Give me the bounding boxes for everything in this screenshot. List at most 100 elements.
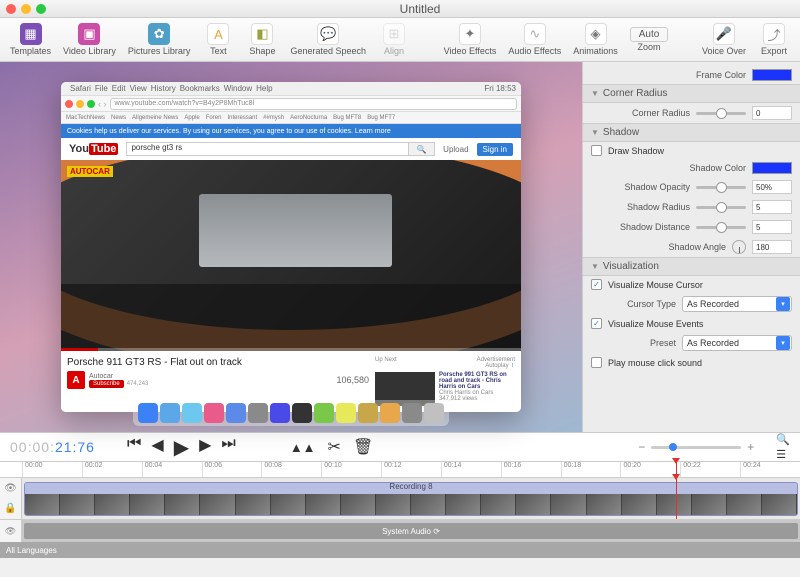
channel-name: Autocar: [89, 373, 148, 380]
visibility-icon[interactable]: 👁: [4, 483, 17, 494]
shadow-distance-slider[interactable]: [696, 226, 746, 229]
label: Zoom: [638, 42, 661, 52]
ruler-tick: 00:06: [202, 462, 262, 477]
video-library-button[interactable]: ▣Video Library: [59, 21, 120, 58]
shadow-angle-value[interactable]: 180: [752, 240, 792, 254]
ruler-tick: 00:14: [441, 462, 501, 477]
mail-icon: [226, 403, 246, 423]
bookmark: Apple: [184, 115, 199, 121]
go-end-button[interactable]: ⏭: [221, 435, 235, 460]
shadow-distance-value[interactable]: 5: [752, 220, 792, 234]
subscribe-button: Subscribe: [89, 380, 124, 388]
languages-bar[interactable]: All Languages: [0, 542, 800, 558]
section-corner-radius[interactable]: ▼Corner Radius: [583, 84, 800, 103]
play-sound-checkbox[interactable]: [591, 357, 602, 368]
corner-radius-slider[interactable]: [696, 112, 746, 115]
preview-canvas[interactable]: Safari File Edit View History Bookmarks …: [0, 62, 582, 432]
play-sound-label: Play mouse click sound: [608, 358, 702, 368]
step-forward-button[interactable]: ▶: [199, 435, 211, 460]
zoom-slider[interactable]: [651, 446, 741, 449]
label: Video Library: [63, 46, 116, 56]
video-clip[interactable]: Recording 8: [24, 482, 798, 516]
ruler-tick: 00:24: [740, 462, 800, 477]
zoom-icon[interactable]: [36, 4, 46, 14]
lock-icon[interactable]: 🔒: [4, 503, 16, 514]
delete-button[interactable]: 🗑: [353, 437, 373, 457]
playhead[interactable]: [676, 478, 677, 519]
search-icon: 🔍: [409, 142, 435, 156]
shadow-opacity-slider[interactable]: [696, 186, 746, 189]
minimize-icon[interactable]: [21, 4, 31, 14]
export-button[interactable]: ⤴Export: [754, 21, 794, 58]
close-icon[interactable]: [6, 4, 16, 14]
shadow-radius-slider[interactable]: [696, 206, 746, 209]
generated-speech-button[interactable]: 💬Generated Speech: [286, 21, 370, 58]
minimize-icon: [76, 100, 84, 108]
cursor-type-label: Cursor Type: [591, 299, 676, 309]
shadow-color-swatch[interactable]: [752, 162, 792, 174]
window-title: Untitled: [46, 2, 794, 16]
frame-color-label: Frame Color: [591, 70, 746, 80]
ruler-tick: 00:08: [261, 462, 321, 477]
zoom-out-button[interactable]: −: [638, 440, 645, 454]
shadow-color-label: Shadow Color: [591, 163, 746, 173]
app-icon: [358, 403, 378, 423]
ruler-tick: 00:22: [680, 462, 740, 477]
audio-track[interactable]: 👁 System Audio ⟳: [0, 520, 800, 542]
main-toolbar: ▦Templates ▣Video Library ✿Pictures Libr…: [0, 18, 800, 62]
timeline-zoom: − +: [638, 440, 754, 454]
draw-shadow-checkbox[interactable]: [591, 145, 602, 156]
track-gutter: 👁: [0, 520, 22, 542]
search-icon[interactable]: 🔍: [776, 433, 790, 446]
shadow-radius-value[interactable]: 5: [752, 200, 792, 214]
shadow-distance-label: Shadow Distance: [591, 222, 690, 232]
section-visualization[interactable]: ▼Visualization: [583, 257, 800, 276]
label: Shape: [249, 46, 275, 56]
video-track[interactable]: 👁 🔒 Recording 8: [0, 478, 800, 520]
ruler-tick: 00:02: [82, 462, 142, 477]
angle-dial-icon[interactable]: [732, 240, 746, 254]
audio-effects-button[interactable]: ∿Audio Effects: [504, 21, 565, 58]
pictures-library-button[interactable]: ✿Pictures Library: [124, 21, 195, 58]
frame-color-swatch[interactable]: [752, 69, 792, 81]
step-back-button[interactable]: ◀: [151, 435, 163, 460]
traffic-lights: [6, 4, 46, 14]
label: Align: [384, 46, 404, 56]
go-start-button[interactable]: ⏮: [127, 435, 141, 460]
menu-item: History: [151, 84, 176, 93]
voice-over-button[interactable]: 🎤Voice Over: [698, 21, 750, 58]
ruler-tick: 00:00: [22, 462, 82, 477]
list-icon[interactable]: ☰: [776, 448, 790, 461]
menu-item: Window: [224, 84, 252, 93]
visibility-icon[interactable]: 👁: [5, 526, 16, 537]
label: Export: [761, 46, 787, 56]
cursor-type-select[interactable]: As Recorded▾: [682, 296, 792, 312]
shadow-angle-label: Shadow Angle: [591, 242, 726, 252]
audio-clip[interactable]: System Audio ⟳: [24, 523, 798, 539]
text-button[interactable]: AText: [198, 21, 238, 58]
browser-url-bar: ‹ › www.youtube.com/watch?v=B4y2P8MhTuc8…: [61, 96, 521, 112]
markers-button[interactable]: ▲▲: [290, 440, 316, 455]
zoom-in-button[interactable]: +: [747, 440, 754, 454]
video-effects-button[interactable]: ✦Video Effects: [440, 21, 501, 58]
clock: Fri 18:53: [484, 84, 516, 93]
visualize-events-checkbox[interactable]: ✓: [591, 318, 602, 329]
app-icon: [380, 403, 400, 423]
preset-select[interactable]: As Recorded▾: [682, 335, 792, 351]
cut-button[interactable]: ✂: [328, 437, 341, 457]
shape-button[interactable]: ◧Shape: [242, 21, 282, 58]
zoom-select[interactable]: AutoZoom: [626, 25, 673, 54]
itunes-icon: [204, 403, 224, 423]
corner-radius-value[interactable]: 0: [752, 106, 792, 120]
align-button[interactable]: ⊞Align: [374, 21, 414, 58]
play-button[interactable]: ▶: [174, 435, 189, 460]
section-shadow[interactable]: ▼Shadow: [583, 123, 800, 142]
templates-button[interactable]: ▦Templates: [6, 21, 55, 58]
visualize-cursor-checkbox[interactable]: ✓: [591, 279, 602, 290]
shadow-opacity-value[interactable]: 50%: [752, 180, 792, 194]
menu-item: Edit: [112, 84, 126, 93]
timeline-ruler[interactable]: 00:00 00:02 00:04 00:06 00:08 00:10 00:1…: [0, 462, 800, 478]
preset-label: Preset: [591, 338, 676, 348]
track-gutter: 👁 🔒: [0, 478, 22, 519]
animations-button[interactable]: ◈Animations: [569, 21, 622, 58]
